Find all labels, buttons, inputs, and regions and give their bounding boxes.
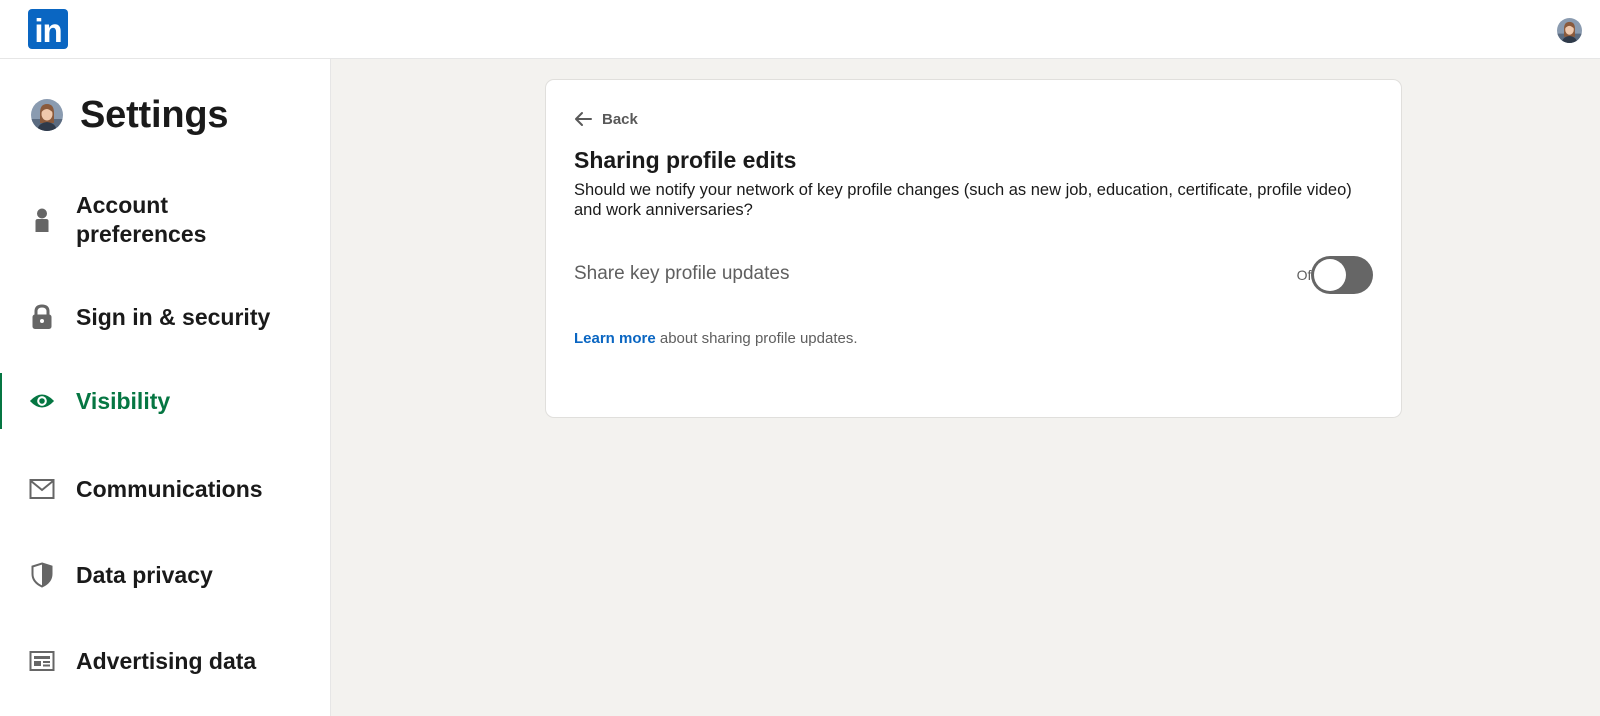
sidebar-item-account-preferences[interactable]: Account preferences <box>0 188 331 252</box>
sidebar-item-data-privacy[interactable]: Data privacy <box>0 547 331 603</box>
sidebar-item-label: Account <box>76 192 168 218</box>
eye-icon <box>29 388 55 414</box>
sidebar-item-label: Data privacy <box>76 562 213 588</box>
share-updates-toggle[interactable] <box>1311 256 1373 294</box>
settings-card: Back Sharing profile edits Should we not… <box>545 79 1402 418</box>
arrow-left-icon <box>575 112 592 126</box>
sidebar-item-label: Advertising data <box>76 648 257 674</box>
learn-more-text: Learn more about sharing profile updates… <box>574 330 858 347</box>
page-title: Settings <box>80 93 229 136</box>
ad-card-icon <box>29 648 55 674</box>
sidebar-item-label: Sign in & security <box>76 304 271 330</box>
setting-label: Share key profile updates <box>574 263 790 284</box>
sidebar-item-sign-in-security[interactable]: Sign in & security <box>0 287 331 347</box>
top-navigation-bar: in <box>0 0 1600 59</box>
sidebar-item-advertising-data[interactable]: Advertising data <box>0 633 331 689</box>
learn-more-rest: about sharing profile updates. <box>655 330 858 347</box>
sidebar-item-label: Visibility <box>76 388 171 414</box>
sidebar-item-label: Communications <box>76 476 263 502</box>
envelope-icon <box>29 476 55 502</box>
back-button[interactable]: Back <box>574 108 638 130</box>
section-description: Should we notify your network of key pro… <box>574 181 1352 219</box>
toggle-state-label: Off <box>1296 267 1315 283</box>
profile-avatar-icon <box>31 99 63 131</box>
learn-more-link[interactable]: Learn more <box>574 330 656 347</box>
back-label: Back <box>602 110 638 128</box>
linkedin-logo-text: in <box>34 11 62 49</box>
profile-avatar-icon[interactable] <box>1557 18 1582 43</box>
person-icon <box>29 207 55 233</box>
sidebar-item-label: preferences <box>76 221 207 247</box>
sidebar-item-communications[interactable]: Communications <box>0 461 331 517</box>
settings-header: Settings <box>31 93 229 136</box>
linkedin-logo[interactable]: in <box>28 9 68 49</box>
lock-icon <box>29 304 55 330</box>
section-title: Sharing profile edits <box>574 147 797 173</box>
shield-icon <box>29 562 55 588</box>
toggle-knob <box>1314 259 1346 291</box>
sidebar-item-visibility[interactable]: Visibility <box>0 373 331 429</box>
settings-sidebar: Settings Account preferences Sign in & s… <box>0 59 331 716</box>
